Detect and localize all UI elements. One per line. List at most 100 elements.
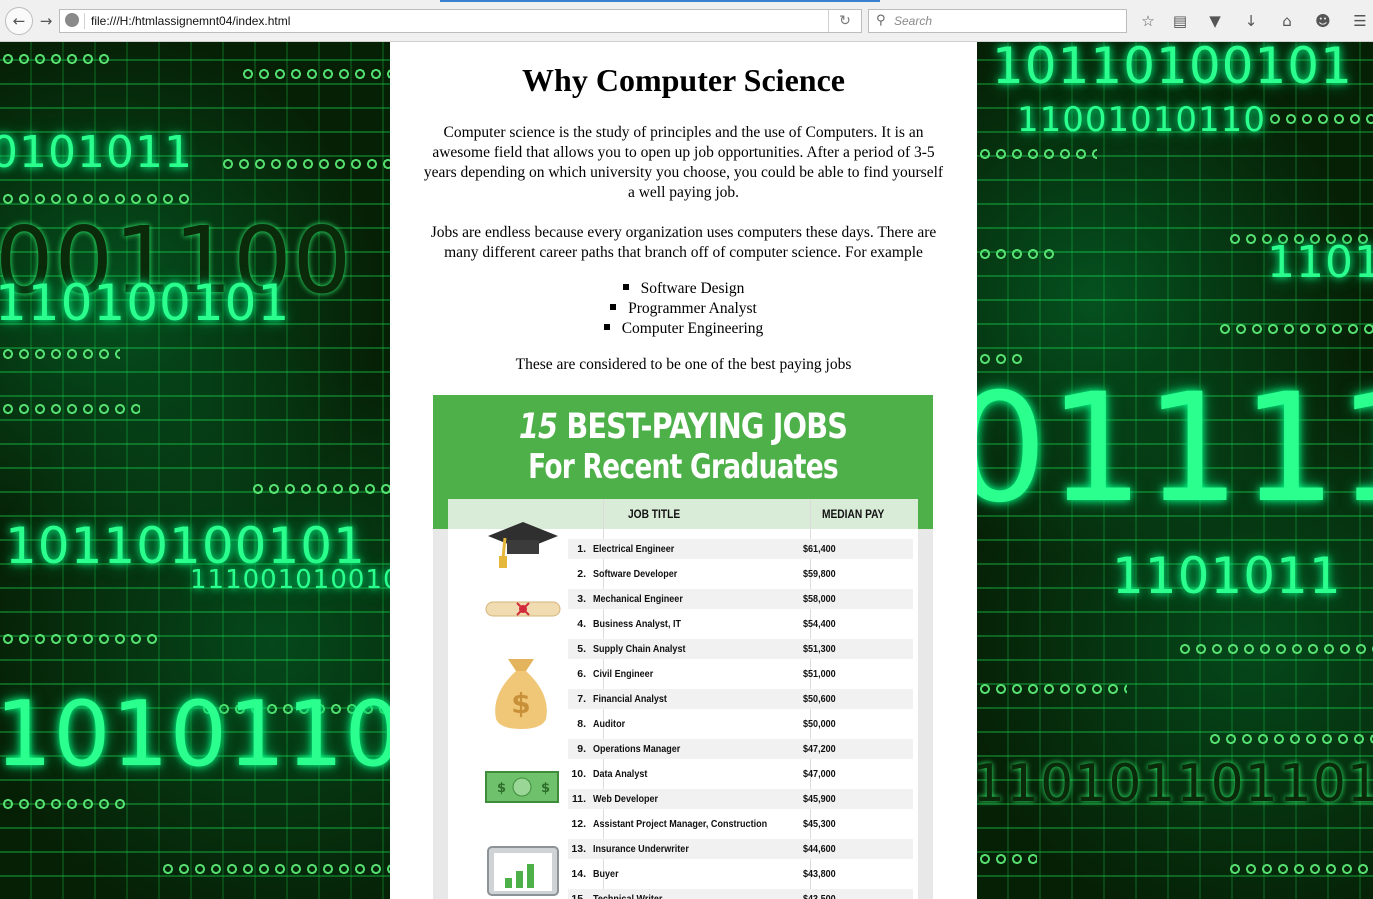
browser-toolbar: ← → file:///H:/htmlassignemnt04/index.ht… <box>0 0 1373 42</box>
circuit-dots <box>160 862 390 876</box>
circuit-dots <box>250 482 390 496</box>
binary-text: 01111 <box>977 362 1373 536</box>
bullet-icon <box>622 284 629 291</box>
table-row: 10. Data Analyst $47,000 <box>568 764 913 784</box>
job-title: Mechanical Engineer <box>593 593 683 605</box>
search-icon: ⚲ <box>876 13 886 28</box>
reading-list-icon[interactable]: ▤ <box>1170 11 1190 31</box>
address-url[interactable]: file:///H:/htmlassignemnt04/index.html <box>91 14 290 28</box>
job-title: Software Developer <box>593 568 678 580</box>
job-title: Data Analyst <box>593 768 648 780</box>
money-bag-icon: $ <box>495 659 547 729</box>
binary-text: 1110010100101 <box>190 565 390 595</box>
table-row: 9. Operations Manager $47,200 <box>568 739 913 759</box>
intro-paragraph: Computer science is the study of princip… <box>423 124 944 201</box>
circuit-dots <box>977 147 1097 161</box>
median-pay: $50,000 <box>803 718 836 730</box>
back-arrow-icon[interactable]: ← <box>5 7 33 35</box>
median-pay: $43,800 <box>803 868 836 880</box>
address-bar[interactable]: file:///H:/htmlassignemnt04/index.html ↻ <box>59 9 862 33</box>
bookmark-star-icon[interactable]: ☆ <box>1138 11 1158 31</box>
svg-text:$: $ <box>511 687 530 720</box>
laptop-chart-icon <box>487 846 559 896</box>
download-icon[interactable]: ↓ <box>1241 11 1261 31</box>
median-pay: $54,400 <box>803 618 836 630</box>
table-row: 13. Insurance Underwriter $44,600 <box>568 839 913 859</box>
jobs-table: JOB TITLE MEDIAN PAY 1. Electrical Engine… <box>448 499 918 899</box>
table-row: 12. Assistant Project Manager, Constructi… <box>568 814 913 834</box>
circuit-dots <box>0 632 160 646</box>
job-title: Supply Chain Analyst <box>593 643 686 655</box>
table-row: 11. Web Developer $45,900 <box>568 789 913 809</box>
job-title: Buyer <box>593 868 619 880</box>
median-pay: $45,300 <box>803 818 836 830</box>
rank: 8. <box>577 718 586 730</box>
jobs-infographic: 15 BEST-PAYING JOBS For Recent Graduates… <box>433 395 933 899</box>
binary-text: 110100101 <box>0 274 291 332</box>
account-icon[interactable]: ☻ <box>1313 11 1333 31</box>
circuit-dots <box>1207 732 1373 746</box>
median-pay: $47,200 <box>803 743 836 755</box>
circuit-dots <box>0 52 110 66</box>
circuit-dots <box>977 852 1037 866</box>
median-pay: $51,300 <box>803 643 836 655</box>
median-pay: $44,600 <box>803 843 836 855</box>
rank: 9. <box>577 743 586 755</box>
career-label: Computer Engineering <box>621 320 764 337</box>
circuit-dots <box>977 247 1057 261</box>
jobs-paragraph: Jobs are endless because every organizat… <box>430 224 937 261</box>
circuit-dots <box>1217 322 1373 336</box>
binary-text: 11001010110 <box>1017 100 1266 140</box>
diploma-icon <box>485 601 561 617</box>
rank: 10. <box>571 768 586 780</box>
home-icon[interactable]: ⌂ <box>1277 11 1297 31</box>
forward-arrow-icon[interactable]: → <box>34 9 58 33</box>
pocket-icon[interactable]: ▼ <box>1205 11 1225 31</box>
search-input[interactable]: ⚲ Search <box>868 9 1127 33</box>
circuit-dots <box>1267 112 1373 126</box>
search-placeholder: Search <box>894 14 933 28</box>
median-pay: $51,000 <box>803 668 836 680</box>
binary-text: 1101 <box>1267 237 1373 288</box>
table-row: 8. Auditor $50,000 <box>568 714 913 734</box>
binary-text: 1101011 <box>1112 547 1342 605</box>
median-pay: $59,800 <box>803 568 836 580</box>
job-title: Business Analyst, IT <box>593 618 681 630</box>
infographic-subtitle: For Recent Graduates <box>528 447 839 487</box>
career-label: Programmer Analyst <box>628 300 757 317</box>
circuit-background-left: 0101011 001100 110100101 10110100101 111… <box>0 42 390 899</box>
job-title: Financial Analyst <box>593 693 667 705</box>
rank: 5. <box>577 643 586 655</box>
address-separator <box>84 13 85 29</box>
infographic-title-number: 15 <box>518 407 558 447</box>
globe-icon <box>65 13 79 27</box>
table-row: 14. Buyer $43,800 <box>568 864 913 884</box>
circuit-dots <box>1177 642 1373 656</box>
rank: 7. <box>577 693 586 705</box>
table-row: 4. Business Analyst, IT $54,400 <box>568 614 913 634</box>
graduation-cap-icon <box>488 522 558 568</box>
reload-icon[interactable]: ↻ <box>828 10 861 32</box>
job-title: Civil Engineer <box>593 668 654 680</box>
job-title: Assistant Project Manager, Construction <box>593 818 768 830</box>
column-header-pay: MEDIAN PAY <box>822 507 885 521</box>
circuit-dots <box>0 402 140 416</box>
circuit-dots <box>0 797 130 811</box>
svg-text:$: $ <box>541 781 550 796</box>
job-title: Technical Writer <box>593 893 663 899</box>
menu-icon[interactable]: ☰ <box>1350 11 1370 31</box>
binary-text: 10110100101 <box>992 42 1353 95</box>
median-pay: $61,400 <box>803 543 836 555</box>
circuit-dots <box>220 157 390 171</box>
median-pay: $50,600 <box>803 693 836 705</box>
bullet-icon <box>603 324 610 331</box>
closing-paragraph: These are considered to be one of the be… <box>515 356 852 373</box>
job-title: Insurance Underwriter <box>593 843 689 855</box>
list-item: Programmer Analyst <box>390 299 977 319</box>
job-title: Electrical Engineer <box>593 543 675 555</box>
list-item: Software Design <box>390 279 977 299</box>
rank: 11. <box>571 793 586 805</box>
circuit-dots <box>1227 862 1373 876</box>
binary-text: 1010110 <box>0 682 390 787</box>
circuit-background-right: 10110100101 11001010110 1101 01111 11010… <box>977 42 1373 899</box>
